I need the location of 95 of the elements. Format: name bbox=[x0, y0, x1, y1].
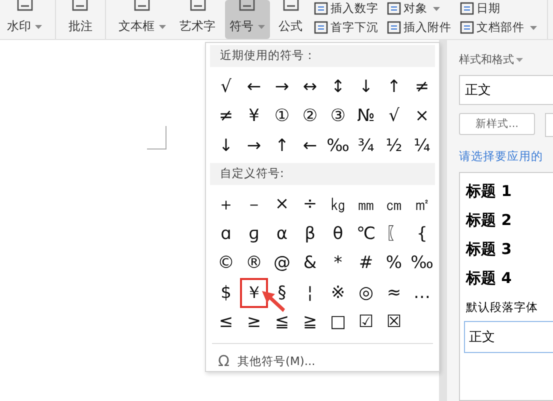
symbol-cell[interactable]: ɡ bbox=[240, 219, 268, 248]
ribbon-button[interactable]: 文档部件 bbox=[460, 20, 537, 35]
section-header: 自定义符号: bbox=[210, 162, 435, 184]
symbol-cell[interactable]: @ bbox=[268, 248, 296, 278]
style-item[interactable]: 标题 2 bbox=[466, 206, 553, 235]
symbol-cell[interactable]: β bbox=[296, 219, 324, 248]
symbol-cell[interactable]: 〖 bbox=[380, 219, 408, 248]
symbol-cell[interactable]: ≈ bbox=[380, 278, 408, 308]
symbol-cell[interactable]: θ bbox=[324, 219, 352, 248]
symbol-cell[interactable]: ← bbox=[240, 72, 268, 102]
panel-title[interactable]: 样式和格式 bbox=[459, 52, 553, 67]
ribbon-button[interactable]: 艺术字 bbox=[174, 0, 221, 39]
ribbon-button[interactable]: 符号 bbox=[224, 0, 270, 39]
tool-icon bbox=[314, 21, 328, 34]
symbol-cell[interactable]: ≠ bbox=[408, 72, 436, 102]
ribbon-button[interactable]: 日期 bbox=[460, 1, 537, 16]
symbol-cell[interactable]: √ bbox=[380, 102, 408, 131]
symbol-cell[interactable]: × bbox=[408, 102, 436, 131]
symbol-cell[interactable]: ① bbox=[268, 102, 296, 131]
symbol-cell[interactable]: ÷ bbox=[296, 190, 324, 219]
symbol-cell[interactable]: ☑ bbox=[352, 308, 380, 337]
style-item[interactable]: 标题 1 bbox=[466, 177, 553, 206]
margin-corner-mark bbox=[147, 126, 167, 150]
symbol-cell[interactable]: → bbox=[268, 72, 296, 102]
symbol-cell[interactable]: ↕ bbox=[324, 72, 352, 102]
section-header: 近期使用的符号： bbox=[210, 45, 435, 67]
symbol-cell[interactable]: ℃ bbox=[352, 219, 380, 248]
ribbon-button[interactable]: 首字下沉 bbox=[314, 20, 379, 35]
tool-icon bbox=[386, 2, 401, 15]
ribbon-button[interactable]: 水印 bbox=[2, 0, 47, 39]
style-item[interactable]: 标题 4 bbox=[466, 264, 553, 293]
symbol-cell[interactable]: ↑ bbox=[268, 131, 296, 160]
symbol-cell[interactable]: { bbox=[408, 219, 436, 248]
new-style-button[interactable]: 新样式... bbox=[459, 113, 535, 135]
symbol-cell[interactable]: ② bbox=[296, 102, 324, 131]
style-item[interactable]: 标题 3 bbox=[466, 235, 553, 264]
symbol-cell[interactable]: … bbox=[408, 278, 436, 308]
symbol-cell[interactable]: ↓ bbox=[352, 72, 380, 102]
symbol-cell[interactable]: ㎝ bbox=[380, 190, 408, 219]
ribbon-button[interactable]: 批注 bbox=[63, 0, 98, 39]
symbol-cell[interactable]: ㎜ bbox=[352, 190, 380, 219]
symbol-cell[interactable]: § bbox=[268, 278, 296, 308]
symbol-cell[interactable]: ↑ bbox=[380, 72, 408, 102]
symbol-cell[interactable]: ◎ bbox=[352, 278, 380, 308]
symbol-cell[interactable]: ※ bbox=[324, 278, 352, 308]
symbol-cell[interactable]: □ bbox=[324, 308, 352, 337]
symbol-cell[interactable]: ＋ bbox=[212, 190, 240, 219]
symbol-cell[interactable]: ɑ bbox=[212, 219, 240, 248]
symbol-cell[interactable]: － bbox=[240, 190, 268, 219]
symbol-cell[interactable]: ¥ bbox=[240, 102, 268, 131]
symbol-cell[interactable]: α bbox=[268, 219, 296, 248]
symbol-cell[interactable]: © bbox=[212, 248, 240, 278]
symbol-cell[interactable]: ¦ bbox=[296, 278, 324, 308]
tool-icon bbox=[314, 2, 328, 15]
style-item[interactable]: 正文 bbox=[464, 321, 553, 353]
symbol-cell[interactable]: ≠ bbox=[212, 102, 240, 131]
symbol-cell[interactable]: ‰ bbox=[324, 131, 352, 160]
symbol-cell[interactable]: ㎏ bbox=[324, 190, 352, 219]
ribbon-button[interactable]: 插入数字 bbox=[314, 1, 379, 16]
tool-icon bbox=[386, 21, 401, 34]
symbol-cell[interactable]: $ bbox=[212, 278, 240, 308]
symbol-cell[interactable]: → bbox=[240, 131, 268, 160]
symbol-cell[interactable]: * bbox=[324, 248, 352, 278]
symbol-cell[interactable]: × bbox=[268, 190, 296, 219]
ribbon-button[interactable]: 对象 bbox=[386, 1, 452, 16]
tool-icon bbox=[460, 2, 474, 15]
symbol-cell[interactable]: ㎡ bbox=[408, 190, 436, 219]
more-symbols-item[interactable]: Ω 其他符号(M)... bbox=[206, 344, 328, 378]
symbol-cell[interactable]: √ bbox=[212, 72, 240, 102]
symbol-cell[interactable]: ← bbox=[296, 131, 324, 160]
style-field[interactable]: 正文 bbox=[459, 75, 553, 105]
symbol-cell[interactable]: & bbox=[296, 248, 324, 278]
symbol-cell[interactable]: ③ bbox=[324, 102, 352, 131]
caret-icon bbox=[516, 58, 523, 62]
symbol-cell[interactable]: ☒ bbox=[380, 308, 408, 337]
symbol-cell[interactable]: ¼ bbox=[408, 131, 436, 160]
symbol-cell[interactable]: % bbox=[380, 248, 408, 278]
symbol-cell[interactable]: ↓ bbox=[212, 131, 240, 160]
symbol-cell[interactable]: ‰ bbox=[408, 248, 436, 278]
hint-text: 请选择要应用的 bbox=[459, 149, 544, 164]
ribbon-button[interactable]: 文本框 bbox=[114, 0, 171, 39]
symbol-cell[interactable]: ≥ bbox=[240, 308, 268, 337]
style-item[interactable]: 默认段落字体 bbox=[466, 293, 553, 321]
symbol-cell[interactable]: # bbox=[352, 248, 380, 278]
ribbon-button[interactable]: 公式 bbox=[274, 0, 308, 39]
tool-icon bbox=[460, 21, 474, 34]
symbol-cell[interactable]: ® bbox=[240, 248, 268, 278]
symbol-cell[interactable]: ¾ bbox=[352, 131, 380, 160]
symbol-cell[interactable]: ≧ bbox=[296, 308, 324, 337]
ribbon-button[interactable]: 插入附件 bbox=[386, 20, 452, 35]
symbol-cell[interactable]: ½ bbox=[380, 131, 408, 160]
symbol-cell[interactable]: ≦ bbox=[268, 308, 296, 337]
symbol-cell[interactable]: № bbox=[352, 102, 380, 131]
symbol-cell[interactable]: ≤ bbox=[212, 308, 240, 337]
symbol-cell[interactable]: ↔ bbox=[296, 72, 324, 102]
